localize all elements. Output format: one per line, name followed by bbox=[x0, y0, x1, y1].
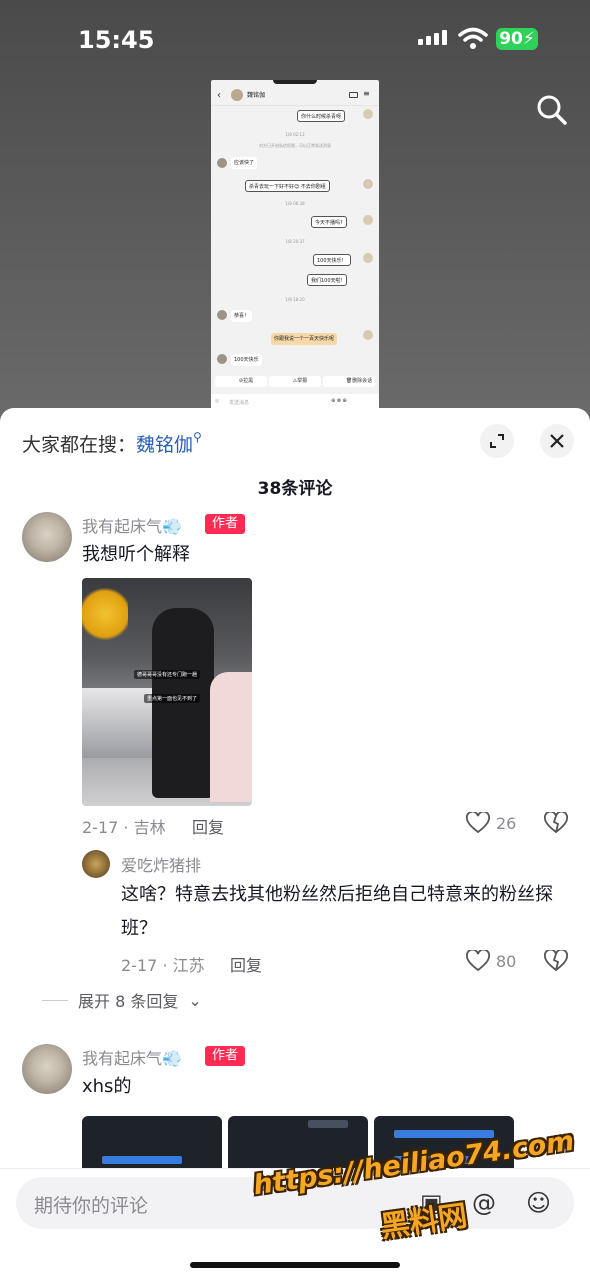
watermark-name: 黑料网 bbox=[378, 1198, 470, 1244]
chat-message: 恭喜！ bbox=[231, 310, 253, 322]
expand-button[interactable] bbox=[480, 424, 514, 458]
expand-replies-label: 展开 8 条回复 bbox=[78, 992, 179, 1011]
close-icon bbox=[550, 434, 564, 448]
contact-avatar bbox=[217, 310, 227, 320]
chat-tool-report: ⚠ 举报 bbox=[269, 376, 321, 387]
reply-button[interactable]: 回复 bbox=[230, 952, 262, 976]
phone-notch bbox=[273, 80, 317, 84]
chat-tools: ⊘ 拉黑 ⚠ 举报 🗑 删除会话 bbox=[211, 376, 379, 390]
chat-message: 100天快乐 bbox=[231, 354, 262, 366]
my-avatar bbox=[363, 253, 373, 263]
chat-header: ‹ 魏铭伽 ≡ bbox=[211, 86, 379, 106]
comment-input-placeholder: 期待你的评论 bbox=[34, 1195, 149, 1217]
my-avatar bbox=[363, 109, 373, 119]
chat-message: 100天快乐！ bbox=[313, 254, 351, 266]
comment-meta: 2-17 · 吉林 bbox=[82, 818, 166, 837]
chat-tool-label: 删除会话 bbox=[352, 376, 373, 387]
like-button[interactable]: 80 bbox=[466, 950, 516, 972]
chat-screenshot[interactable]: ‹ 魏铭伽 ≡ 你什么时候杀青呀 1/8 02:12 对方已开启私信权限，可以正… bbox=[211, 80, 379, 410]
camera-icon: ◎ bbox=[215, 398, 220, 404]
contact-avatar bbox=[217, 354, 227, 364]
chat-input-icons: ⊕ ⊗ ⊕ bbox=[331, 398, 347, 404]
photo-person bbox=[152, 608, 214, 798]
back-icon: ‹ bbox=[217, 90, 221, 101]
user-avatar[interactable] bbox=[22, 512, 72, 562]
chat-message: 我们100天啦! bbox=[307, 274, 347, 286]
heart-icon bbox=[466, 812, 490, 834]
chat-message: 你什么时候杀青呀 bbox=[297, 110, 346, 122]
chat-timestamp: 1/8 06:38 bbox=[285, 201, 305, 206]
reply-username[interactable]: 爱吃炸猪排 bbox=[121, 852, 201, 876]
my-avatar bbox=[363, 215, 373, 225]
my-avatar bbox=[363, 330, 373, 340]
my-avatar bbox=[363, 179, 373, 189]
hot-search[interactable]: 大家都在搜：魏铭伽⚲ bbox=[22, 430, 202, 457]
search-small-icon: ⚲ bbox=[193, 430, 202, 444]
contact-avatar bbox=[217, 158, 227, 168]
photo-fan bbox=[210, 672, 252, 802]
close-button[interactable] bbox=[540, 424, 574, 458]
user-avatar[interactable] bbox=[22, 1044, 72, 1094]
photo-caption: 德哥哥哥没有还专门跑一趟 bbox=[134, 670, 201, 679]
wifi-icon bbox=[458, 27, 488, 49]
divider-line bbox=[42, 999, 68, 1001]
contact-name: 魏铭伽 bbox=[247, 92, 266, 99]
chat-timestamp: 1/8 20:37 bbox=[285, 239, 305, 244]
thumb-bubble bbox=[308, 1120, 348, 1128]
author-badge: 作者 bbox=[205, 514, 245, 534]
comment-count: 38条评论 bbox=[257, 479, 333, 499]
chat-timestamp: 1/9 18:20 bbox=[285, 297, 305, 302]
heart-icon bbox=[466, 950, 490, 972]
battery-level: 90 bbox=[499, 29, 523, 49]
comment-text: 我想听个解释 bbox=[82, 544, 190, 565]
like-count: 80 bbox=[496, 951, 517, 971]
reply-button[interactable]: 回复 bbox=[192, 814, 224, 838]
home-indicator[interactable] bbox=[190, 1262, 400, 1268]
photo-flowers bbox=[82, 584, 128, 644]
chat-tool-block: ⊘ 拉黑 bbox=[215, 376, 267, 387]
search-icon[interactable] bbox=[536, 94, 568, 126]
thumb-bubble bbox=[394, 1130, 494, 1138]
watermark: https://heiliao74.com 黑料网 bbox=[251, 1126, 576, 1244]
status-bar: 15:45 90⚡ bbox=[0, 0, 590, 80]
dislike-icon[interactable] bbox=[544, 812, 568, 834]
reply-text: 这啥？特意去找其他粉丝然后拒绝自己特意来的粉丝探班？ bbox=[121, 884, 553, 939]
comment-text: xhs的 bbox=[82, 1076, 132, 1097]
chat-tool-delete: 🗑 删除会话 bbox=[323, 376, 375, 387]
cellular-signal-icon bbox=[418, 30, 447, 45]
video-call-icon bbox=[349, 92, 358, 98]
chat-notice: 对方已开启私信权限，可以正常发送消息 bbox=[259, 143, 331, 148]
chat-input-placeholder: 发送消息 bbox=[229, 400, 250, 406]
chat-tool-label: 拉黑 bbox=[243, 376, 254, 387]
chat-tool-label: 举报 bbox=[297, 376, 308, 387]
chevron-down-icon: ⌄ bbox=[188, 990, 202, 1010]
comment-photo[interactable]: 德哥哥哥没有还专门跑一趟 重点第一面也见不到了 bbox=[82, 578, 252, 806]
chat-message: 你跟我说一个一百天快乐呢 bbox=[271, 333, 338, 345]
comment-username[interactable]: 我有起床气💨 bbox=[82, 513, 182, 537]
like-button[interactable]: 26 bbox=[466, 812, 516, 834]
status-time: 15:45 bbox=[78, 26, 155, 54]
dislike-icon[interactable] bbox=[544, 950, 568, 972]
author-badge: 作者 bbox=[205, 1046, 245, 1066]
user-avatar[interactable] bbox=[82, 850, 110, 878]
hot-search-term[interactable]: 魏铭伽 bbox=[136, 434, 193, 456]
chat-message: 今天不播吗? bbox=[311, 216, 347, 228]
photo-caption: 重点第一面也见不到了 bbox=[144, 694, 201, 703]
comment-username[interactable]: 我有起床气💨 bbox=[82, 1045, 182, 1069]
chat-message: 杀青去玩一下好不好😊 不去你剧组 bbox=[245, 180, 330, 192]
chat-message: 应该快了 bbox=[231, 157, 258, 169]
chat-timestamp: 1/8 02:12 bbox=[285, 132, 305, 137]
reply-meta: 2-17 · 江苏 bbox=[121, 956, 205, 975]
comment-image-thumb[interactable] bbox=[82, 1116, 222, 1176]
contact-avatar bbox=[231, 89, 243, 101]
hot-search-prefix: 大家都在搜： bbox=[22, 434, 137, 456]
more-icon: ≡ bbox=[363, 89, 370, 98]
expand-icon bbox=[490, 434, 504, 448]
thumb-bubble bbox=[102, 1156, 182, 1164]
like-count: 26 bbox=[496, 813, 517, 833]
battery-icon: 90⚡ bbox=[496, 28, 538, 50]
expand-replies-button[interactable]: 展开 8 条回复 ⌄ bbox=[42, 988, 202, 1012]
